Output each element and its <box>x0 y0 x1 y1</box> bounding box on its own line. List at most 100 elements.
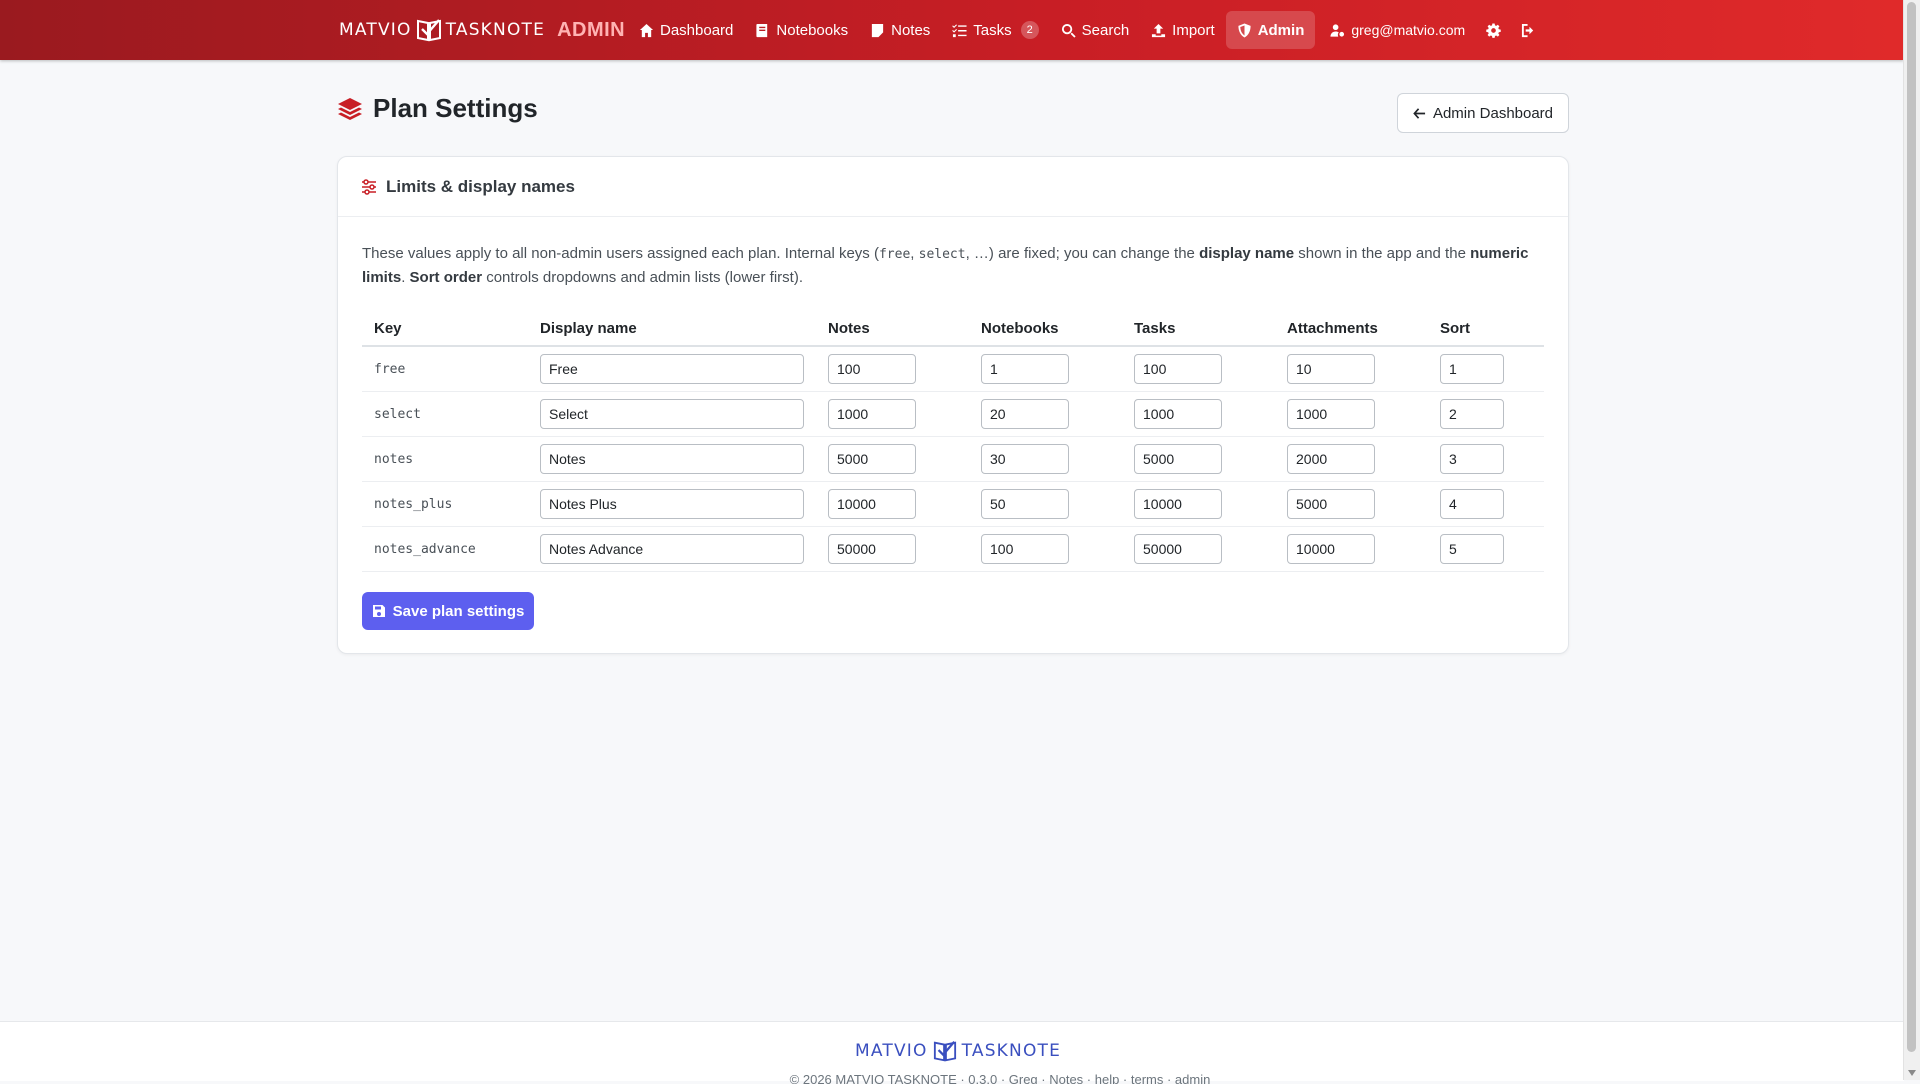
layers-icon <box>338 97 362 120</box>
page-title: Plan Settings <box>373 93 538 123</box>
save-plan-settings-button[interactable]: Save plan settings <box>362 592 534 630</box>
attachments-limit-input[interactable] <box>1287 444 1375 474</box>
scroll-down-arrow-icon[interactable] <box>1908 1070 1916 1076</box>
notebooks-limit-cell <box>969 526 1122 572</box>
column-header-tasks: Tasks <box>1122 312 1275 347</box>
vertical-scrollbar[interactable] <box>1903 0 1920 1080</box>
display-name-input[interactable] <box>540 399 804 429</box>
admin-dashboard-button[interactable]: Admin Dashboard <box>1397 93 1569 133</box>
tasks-limit-cell <box>1122 346 1275 392</box>
attachments-limit-input[interactable] <box>1287 534 1375 564</box>
gear-icon <box>1486 22 1501 38</box>
notebooks-limit-cell <box>969 481 1122 527</box>
page-footer: MATVIO TASKNOTE © 2026 MATVIO TASKNOTE ·… <box>0 1021 1904 1084</box>
table-row: notes <box>362 436 1544 482</box>
attachments-limit-input[interactable] <box>1287 354 1375 384</box>
display-name-input[interactable] <box>540 489 804 519</box>
user-email: greg@matvio.com <box>1351 22 1466 38</box>
desc-text: , <box>910 245 919 262</box>
desc-code-select: select <box>918 247 966 262</box>
desc-text: These values apply to all non-admin user… <box>362 245 879 262</box>
notes-limit-cell <box>816 436 969 482</box>
nav-tasks[interactable]: Tasks 2 <box>941 11 1049 49</box>
book-check-logo-icon <box>933 1041 956 1062</box>
display-name-input[interactable] <box>540 444 804 474</box>
brand-logo[interactable]: MATVIO TASKNOTE ADMIN <box>339 14 625 46</box>
nav-notes[interactable]: Notes <box>859 11 941 49</box>
nav-user-account[interactable]: greg@matvio.com <box>1319 11 1476 49</box>
sort-order-input[interactable] <box>1440 534 1504 564</box>
nav-menu: Dashboard Notebooks Notes Tasks 2 Search… <box>628 11 1546 49</box>
notes-limit-input[interactable] <box>828 489 916 519</box>
scrollbar-thumb[interactable] <box>1907 2 1916 1052</box>
sort-order-input[interactable] <box>1440 489 1504 519</box>
attachments-limit-input[interactable] <box>1287 489 1375 519</box>
tasks-limit-input[interactable] <box>1134 489 1222 519</box>
table-row: free <box>362 346 1544 392</box>
notes-limit-input[interactable] <box>828 444 916 474</box>
search-icon <box>1061 23 1076 38</box>
display-name-input[interactable] <box>540 534 804 564</box>
card-header: Limits & display names <box>338 157 1568 217</box>
sort-order-input[interactable] <box>1440 399 1504 429</box>
tasks-limit-input[interactable] <box>1134 354 1222 384</box>
display-name-cell <box>528 436 816 482</box>
column-header-display-name: Display name <box>528 312 816 347</box>
note-icon <box>871 23 884 37</box>
column-header-sort: Sort <box>1428 312 1544 347</box>
logout-button[interactable] <box>1511 11 1546 49</box>
attachments-limit-cell <box>1275 481 1428 527</box>
footer-copyright: © 2026 MATVIO TASKNOTE · 0.3.0 · Greg · … <box>789 1072 1211 1084</box>
notes-limit-input[interactable] <box>828 399 916 429</box>
table-row: notes_plus <box>362 481 1544 527</box>
footer-brand-left: MATVIO <box>855 1041 928 1061</box>
attachments-limit-cell <box>1275 436 1428 482</box>
column-header-attachments: Attachments <box>1275 312 1428 347</box>
desc-text: shown in the app and the <box>1294 245 1471 262</box>
nav-dashboard-label: Dashboard <box>660 21 734 39</box>
shield-icon <box>1238 22 1251 38</box>
tasks-limit-cell <box>1122 391 1275 437</box>
sort-order-input[interactable] <box>1440 354 1504 384</box>
tasks-limit-input[interactable] <box>1134 399 1222 429</box>
notebooks-limit-input[interactable] <box>981 444 1069 474</box>
sort-cell <box>1428 391 1544 437</box>
notes-limit-cell <box>816 481 969 527</box>
nav-notebooks[interactable]: Notebooks <box>744 11 859 49</box>
desc-code-free: free <box>878 247 911 262</box>
table-header-row: Key Display name Notes Notebooks Tasks A… <box>362 312 1544 347</box>
nav-dashboard[interactable]: Dashboard <box>628 11 744 49</box>
attachments-limit-input[interactable] <box>1287 399 1375 429</box>
notes-limit-input[interactable] <box>828 354 916 384</box>
column-header-notebooks: Notebooks <box>969 312 1122 347</box>
notebooks-limit-input[interactable] <box>981 489 1069 519</box>
notes-limit-input[interactable] <box>828 534 916 564</box>
notebooks-limit-input[interactable] <box>981 399 1069 429</box>
plan-description: These values apply to all non-admin user… <box>362 242 1552 289</box>
nav-search[interactable]: Search <box>1050 11 1141 49</box>
sort-cell <box>1428 436 1544 482</box>
plan-key: notes_plus <box>362 481 528 527</box>
sort-cell <box>1428 346 1544 392</box>
settings-button[interactable] <box>1476 11 1511 49</box>
notebooks-limit-input[interactable] <box>981 534 1069 564</box>
nav-admin[interactable]: Admin <box>1225 11 1316 49</box>
sort-order-input[interactable] <box>1440 444 1504 474</box>
nav-admin-label: Admin <box>1257 21 1305 39</box>
notebooks-limit-input[interactable] <box>981 354 1069 384</box>
display-name-cell <box>528 481 816 527</box>
page-header: Plan Settings <box>337 93 538 124</box>
tasks-limit-cell <box>1122 526 1275 572</box>
nav-search-label: Search <box>1081 21 1130 39</box>
brand-name-right: TASKNOTE <box>445 20 546 40</box>
tasks-limit-input[interactable] <box>1134 444 1222 474</box>
notes-limit-cell <box>816 391 969 437</box>
desc-bold-sort-order: Sort order <box>409 269 483 286</box>
display-name-cell <box>528 391 816 437</box>
table-row: notes_advance <box>362 526 1544 572</box>
tasks-icon <box>952 23 967 37</box>
tasks-limit-input[interactable] <box>1134 534 1222 564</box>
desc-text: controls dropdowns and admin lists (lowe… <box>482 269 804 286</box>
nav-import[interactable]: Import <box>1140 11 1226 49</box>
display-name-input[interactable] <box>540 354 804 384</box>
